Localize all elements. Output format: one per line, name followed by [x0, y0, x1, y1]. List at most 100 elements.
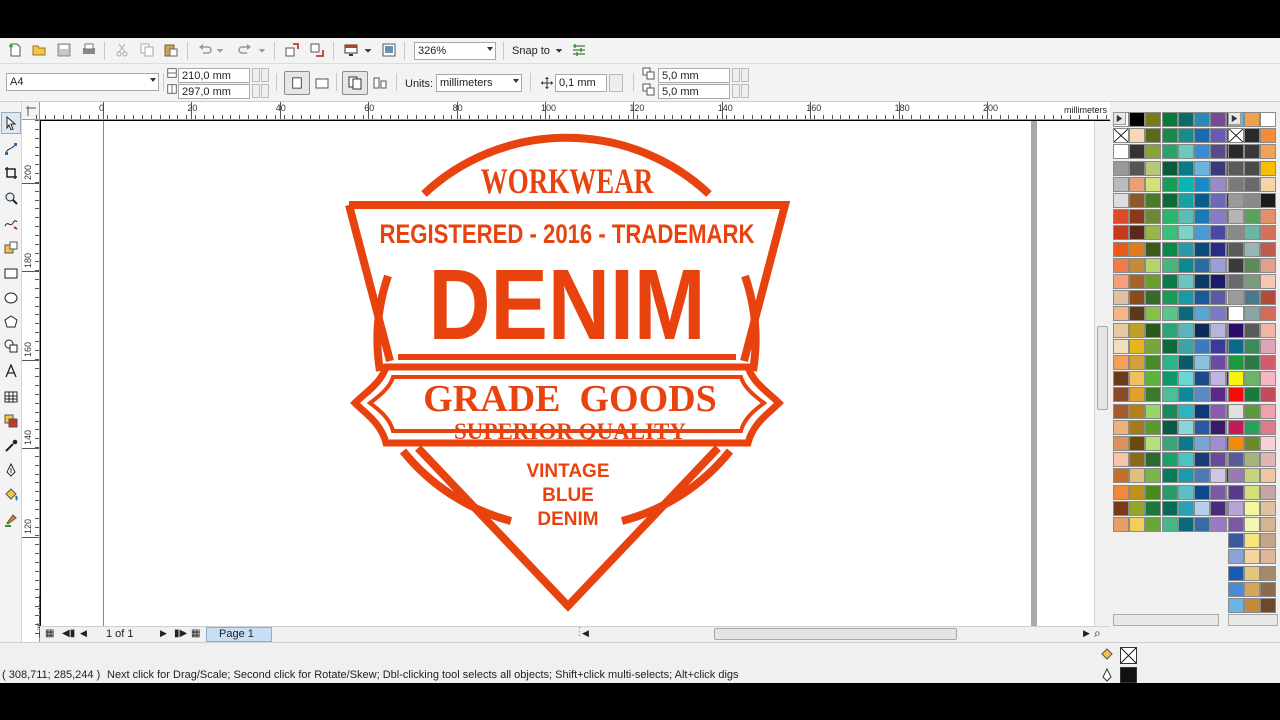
color-swatch[interactable]: [1161, 257, 1178, 273]
color-swatch[interactable]: [1145, 193, 1162, 208]
color-swatch[interactable]: [1145, 112, 1162, 127]
palette-scrollbar[interactable]: [1228, 614, 1278, 626]
color-swatch[interactable]: [1161, 112, 1178, 127]
color-swatch[interactable]: [1177, 517, 1194, 532]
color-swatch[interactable]: [1244, 452, 1261, 468]
color-swatch[interactable]: [1210, 517, 1227, 532]
interactive-tools-icon[interactable]: [1, 410, 21, 432]
cut-icon[interactable]: [113, 41, 131, 59]
horizontal-scroll-thumb[interactable]: [714, 628, 957, 640]
color-swatch[interactable]: [1244, 338, 1261, 354]
color-swatch[interactable]: [1194, 193, 1210, 208]
color-swatch[interactable]: [1210, 322, 1227, 338]
color-swatch[interactable]: [1129, 338, 1146, 354]
color-swatch[interactable]: [1228, 452, 1244, 468]
color-swatch[interactable]: [1228, 306, 1244, 322]
color-swatch[interactable]: [1244, 290, 1261, 306]
color-swatch[interactable]: [1244, 500, 1261, 516]
color-swatch[interactable]: [1129, 144, 1146, 160]
color-swatch[interactable]: [1210, 355, 1227, 370]
palette-flyout-icon[interactable]: [1113, 112, 1126, 125]
color-swatch[interactable]: [1113, 144, 1129, 160]
color-swatch[interactable]: [1194, 338, 1210, 354]
color-swatch[interactable]: [1210, 160, 1227, 176]
export-icon[interactable]: [308, 41, 326, 59]
vertical-scrollbar[interactable]: [1094, 121, 1110, 626]
ruler-origin-corner[interactable]: [22, 102, 40, 120]
rectangle-tool-icon[interactable]: [1, 262, 21, 284]
redo-icon[interactable]: [236, 41, 254, 59]
color-swatch[interactable]: [1145, 387, 1162, 403]
color-swatch[interactable]: [1129, 436, 1146, 451]
color-swatch[interactable]: [1113, 128, 1129, 144]
color-swatch[interactable]: [1145, 484, 1162, 500]
color-swatch[interactable]: [1194, 468, 1210, 484]
color-swatch[interactable]: [1260, 193, 1277, 208]
color-swatch[interactable]: [1228, 484, 1244, 500]
color-swatch[interactable]: [1210, 290, 1227, 306]
options-icon[interactable]: [570, 41, 588, 59]
color-swatch[interactable]: [1145, 241, 1162, 257]
color-swatch[interactable]: [1177, 160, 1194, 176]
color-swatch[interactable]: [1244, 371, 1261, 387]
color-swatch[interactable]: [1194, 306, 1210, 322]
color-swatch[interactable]: [1161, 306, 1178, 322]
color-swatch[interactable]: [1113, 160, 1129, 176]
table-tool-icon[interactable]: [1, 386, 21, 408]
color-swatch[interactable]: [1228, 193, 1244, 208]
outline-color-swatch[interactable]: [1120, 667, 1137, 683]
color-swatch[interactable]: [1260, 549, 1277, 565]
color-swatch[interactable]: [1260, 517, 1277, 532]
color-swatch[interactable]: [1210, 387, 1227, 403]
color-swatch[interactable]: [1177, 257, 1194, 273]
launcher-dropdown-icon[interactable]: [362, 41, 374, 59]
color-swatch[interactable]: [1113, 290, 1129, 306]
color-swatch[interactable]: [1129, 322, 1146, 338]
color-swatch[interactable]: [1244, 257, 1261, 273]
color-swatch[interactable]: [1161, 274, 1178, 289]
color-swatch[interactable]: [1260, 468, 1277, 484]
application-launcher-icon[interactable]: [342, 41, 360, 59]
color-swatch[interactable]: [1113, 355, 1129, 370]
color-swatch[interactable]: [1244, 112, 1261, 127]
color-swatch[interactable]: [1260, 176, 1277, 192]
page-size-select[interactable]: A4: [6, 73, 159, 91]
color-swatch[interactable]: [1194, 209, 1210, 225]
color-swatch[interactable]: [1228, 257, 1244, 273]
drawing-canvas[interactable]: WORKWEAR REGISTERED - 2016 - TRADEMARK D…: [41, 121, 1094, 626]
color-swatch[interactable]: [1194, 500, 1210, 516]
color-swatch[interactable]: [1244, 176, 1261, 192]
color-swatch[interactable]: [1177, 322, 1194, 338]
color-swatch[interactable]: [1177, 290, 1194, 306]
color-swatch[interactable]: [1244, 193, 1261, 208]
color-swatch[interactable]: [1210, 193, 1227, 208]
color-swatch[interactable]: [1260, 322, 1277, 338]
color-swatch[interactable]: [1260, 225, 1277, 241]
color-swatch[interactable]: [1194, 274, 1210, 289]
color-swatch[interactable]: [1244, 225, 1261, 241]
color-swatch[interactable]: [1244, 403, 1261, 419]
color-swatch[interactable]: [1129, 355, 1146, 370]
color-swatch[interactable]: [1244, 209, 1261, 225]
color-swatch[interactable]: [1210, 436, 1227, 451]
color-swatch[interactable]: [1129, 387, 1146, 403]
color-swatch[interactable]: [1145, 128, 1162, 144]
import-icon[interactable]: [283, 41, 301, 59]
color-swatch[interactable]: [1145, 274, 1162, 289]
color-swatch[interactable]: [1129, 225, 1146, 241]
duplicate-y-spinner-alt[interactable]: [741, 84, 749, 98]
outline-pen-indicator-icon[interactable]: [1102, 667, 1112, 682]
color-swatch[interactable]: [1260, 209, 1277, 225]
color-swatch[interactable]: [1129, 484, 1146, 500]
color-swatch[interactable]: [1129, 500, 1146, 516]
color-swatch[interactable]: [1260, 500, 1277, 516]
color-swatch[interactable]: [1244, 598, 1261, 613]
color-swatch[interactable]: [1260, 338, 1277, 354]
color-swatch[interactable]: [1194, 128, 1210, 144]
color-swatch[interactable]: [1244, 533, 1261, 549]
smart-fill-tool-icon[interactable]: [1, 237, 21, 259]
denim-logo[interactable]: WORKWEAR REGISTERED - 2016 - TRADEMARK D…: [41, 121, 1094, 626]
duplicate-distance-y-field[interactable]: 5,0 mm: [658, 84, 730, 99]
color-swatch[interactable]: [1194, 371, 1210, 387]
color-swatch[interactable]: [1260, 436, 1277, 451]
